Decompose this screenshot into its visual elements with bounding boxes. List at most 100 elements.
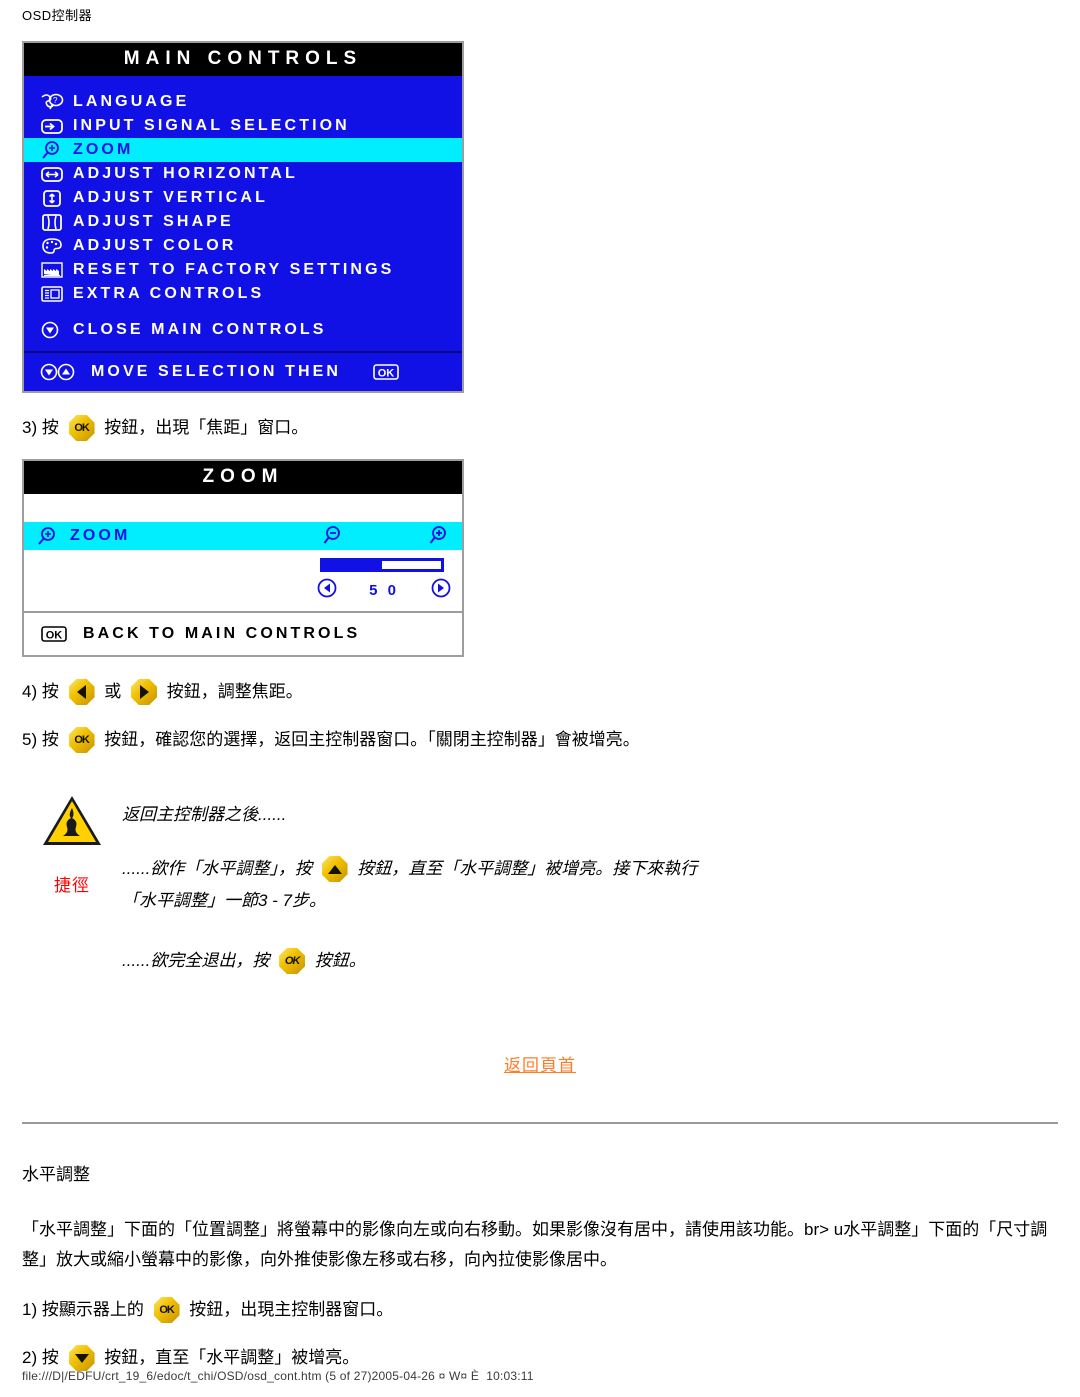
zoom-slider[interactable] [320, 558, 444, 572]
menu-item-extra-controls[interactable]: EXTRA CONTROLS [24, 282, 462, 306]
main-controls-title: MAIN CONTROLS [24, 43, 462, 76]
shortcut-tip-left: 捷徑 [22, 789, 122, 896]
main-controls-hint-label: MOVE SELECTION THEN [91, 363, 342, 380]
extra-controls-icon [39, 283, 73, 305]
menu-item-label: ADJUST VERTICAL [73, 189, 268, 206]
adjust-color-icon [39, 235, 73, 257]
tip-line-2b: 「水平調整」一節3 - 7步。 [122, 885, 1058, 917]
menu-item-label: LANGUAGE [73, 93, 190, 110]
tip-line-2: ......欲作「水平調整」，按 按鈕，直至「水平調整」被增亮。接下來執行 [122, 853, 1058, 885]
adjust-shape-icon [39, 211, 73, 233]
shortcut-label: 捷徑 [54, 876, 90, 895]
menu-item-label: CLOSE MAIN CONTROLS [73, 321, 327, 338]
ok-icon: OK [39, 624, 83, 644]
menu-item-label: RESET TO FACTORY SETTINGS [73, 261, 395, 278]
back-to-main-controls-row[interactable]: OK BACK TO MAIN CONTROLS [24, 613, 462, 655]
tip-line-1-text: 返回主控制器之後...... [122, 805, 287, 824]
down-arrow-icon [39, 319, 73, 341]
step-5-prefix: 5) 按 [22, 730, 64, 749]
step-3-prefix: 3) 按 [22, 418, 64, 437]
step-5: 5) 按 OK 按鈕，確認您的選擇，返回主控制器窗口。「關閉主控制器」會被增亮。 [22, 727, 1058, 753]
section-step-2: 2) 按 按鈕，直至「水平調整」被增亮。 [22, 1345, 1058, 1371]
zoom-value-row: 5 0 [316, 578, 452, 602]
section-divider [22, 1122, 1058, 1124]
left-arrow-button[interactable] [68, 679, 95, 705]
reset-factory-icon [39, 259, 73, 281]
back-to-top-link[interactable]: 返回頁首 [504, 1056, 576, 1075]
menu-item-input-signal-selection[interactable]: INPUT SIGNAL SELECTION [24, 114, 462, 138]
step-4: 4) 按 或 按鈕，調整焦距。 [22, 679, 1058, 705]
page-title: OSD控制器 [22, 8, 93, 23]
zoom-decrease-button[interactable] [316, 577, 338, 604]
tip-line-3: ......欲完全退出，按 OK 按鈕。 [122, 945, 1058, 977]
menu-spacer [24, 306, 462, 318]
menu-item-adjust-horizontal[interactable]: ADJUST HORIZONTAL [24, 162, 462, 186]
zoom-setting-label: ZOOM [70, 527, 131, 544]
ok-icon: OK [371, 362, 401, 382]
ok-button[interactable]: OK [279, 948, 306, 974]
right-arrow-button[interactable] [131, 679, 158, 705]
shortcut-tip-text: 返回主控制器之後...... ......欲作「水平調整」，按 按鈕，直至「水平… [122, 789, 1058, 977]
zoom-value: 5 0 [369, 581, 399, 599]
svg-text:OK: OK [46, 630, 63, 642]
back-to-top-wrap: 返回頁首 [22, 1051, 1058, 1076]
input-signal-icon [39, 115, 73, 137]
section-title: 水平調整 [22, 1165, 90, 1184]
menu-item-label: EXTRA CONTROLS [73, 285, 265, 302]
menu-item-label: ZOOM [73, 141, 134, 158]
menu-item-reset-to-factory-settings[interactable]: RESET TO FACTORY SETTINGS [24, 258, 462, 282]
zoom-panel-body: ZOOM 5 0 [24, 494, 462, 611]
footer-path: file:///D|/EDFU/crt_19_6/edoc/t_chi/OSD/… [22, 1369, 534, 1383]
tip-line-3-prefix: ......欲完全退出，按 [122, 951, 275, 970]
menu-item-language[interactable]: ? LANGUAGE [24, 90, 462, 114]
main-controls-osd-panel: MAIN CONTROLS ? LANGUAGE INPUT SIGNAL SE… [22, 41, 464, 393]
svg-text:?: ? [53, 96, 58, 105]
step-4-middle: 或 [99, 682, 127, 701]
step-4-prefix: 4) 按 [22, 682, 64, 701]
shortcut-tip-block: 捷徑 返回主控制器之後...... ......欲作「水平調整」，按 按鈕，直至… [22, 789, 1058, 977]
ok-button[interactable]: OK [68, 727, 95, 753]
main-controls-hint-bar: MOVE SELECTION THEN OK [24, 353, 462, 391]
ok-button[interactable]: OK [153, 1297, 180, 1323]
section-step-1-prefix: 1) 按顯示器上的 [22, 1300, 149, 1319]
zoom-icon [39, 139, 73, 161]
menu-item-adjust-vertical[interactable]: ADJUST VERTICAL [24, 186, 462, 210]
menu-item-adjust-color[interactable]: ADJUST COLOR [24, 234, 462, 258]
menu-item-label: ADJUST COLOR [73, 237, 237, 254]
step-4-suffix: 按鈕，調整焦距。 [162, 682, 303, 701]
menu-item-zoom[interactable]: ZOOM [24, 138, 462, 162]
menu-item-close-main-controls[interactable]: CLOSE MAIN CONTROLS [24, 318, 462, 342]
zoom-osd-panel: ZOOM ZOOM 5 0 OK BACK TO MAIN CONTROLS [22, 459, 464, 657]
menu-item-label: ADJUST SHAPE [73, 213, 234, 230]
main-controls-list: ? LANGUAGE INPUT SIGNAL SELECTION ZOOM A… [24, 76, 462, 391]
zoom-panel-title: ZOOM [24, 461, 462, 494]
tip-line-2-prefix: ......欲作「水平調整」，按 [122, 859, 317, 878]
section-step-1-suffix: 按鈕，出現主控制器窗口。 [184, 1300, 394, 1319]
back-to-main-controls-label: BACK TO MAIN CONTROLS [83, 625, 361, 642]
ok-button[interactable]: OK [68, 415, 95, 441]
zoom-icon [24, 526, 70, 546]
menu-item-adjust-shape[interactable]: ADJUST SHAPE [24, 210, 462, 234]
language-icon: ? [39, 91, 73, 113]
step-3-suffix: 按鈕，出現「焦距」窗口。 [99, 418, 309, 437]
tip-line-3-suffix: 按鈕。 [310, 951, 366, 970]
section-step-1: 1) 按顯示器上的 OK 按鈕，出現主控制器窗口。 [22, 1297, 1058, 1323]
warning-triangle-icon [41, 793, 103, 849]
section-step-2-prefix: 2) 按 [22, 1348, 64, 1367]
tip-line-1: 返回主控制器之後...... [122, 799, 1058, 831]
section-step-2-suffix: 按鈕，直至「水平調整」被增亮。 [99, 1348, 360, 1367]
zoom-slider-fill [323, 561, 382, 569]
zoom-increase-button[interactable] [430, 577, 452, 604]
menu-item-label: ADJUST HORIZONTAL [73, 165, 298, 182]
svg-text:OK: OK [378, 368, 395, 380]
tip-line-2-suffix: 按鈕，直至「水平調整」被增亮。接下來執行 [352, 859, 698, 878]
move-selection-arrows-icon [39, 361, 91, 383]
adjust-vertical-icon [39, 187, 73, 209]
up-arrow-button[interactable] [321, 856, 348, 882]
zoom-out-icon[interactable] [320, 524, 346, 553]
zoom-in-icon[interactable] [426, 524, 452, 553]
step-5-suffix: 按鈕，確認您的選擇，返回主控制器窗口。「關閉主控制器」會被增亮。 [99, 730, 640, 749]
section-paragraph: 「水平調整」下面的「位置調整」將螢幕中的影像向左或向右移動。如果影像沒有居中，請… [22, 1220, 1048, 1269]
down-arrow-button[interactable] [68, 1345, 95, 1371]
zoom-setting-row[interactable]: ZOOM [24, 522, 462, 550]
